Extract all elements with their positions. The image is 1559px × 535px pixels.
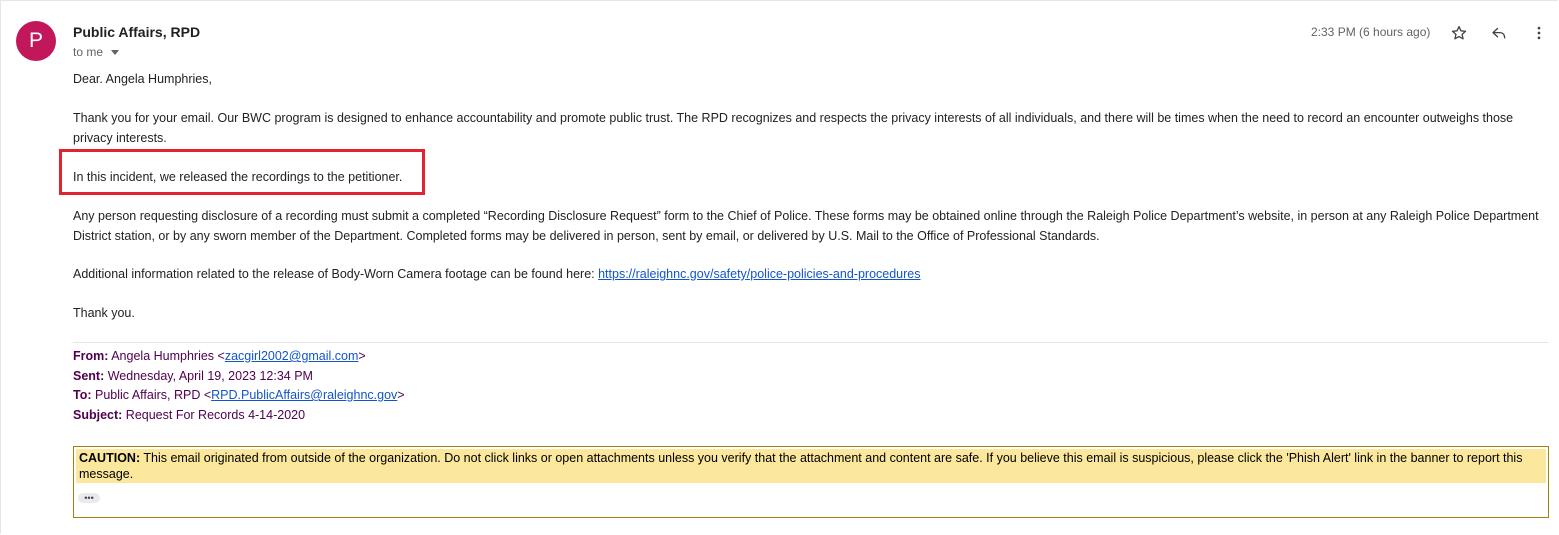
body-paragraph-1: Thank you for your email. Our BWC progra… [73,111,1514,145]
closing: Thank you. [73,306,135,320]
reply-icon [1492,27,1506,39]
highlight-box [59,149,425,195]
caution-text: CAUTION: This email originated from outs… [76,449,1546,483]
caution-label: CAUTION: [79,451,141,465]
show-trimmed-content-button[interactable]: ••• [78,493,100,503]
star-icon [1451,25,1467,40]
policy-link[interactable]: https://raleighnc.gov/safety/police-poli… [598,267,920,281]
from-end: > [358,349,366,363]
caution-banner: CAUTION: This email originated from outs… [73,446,1549,518]
sender-name[interactable]: Public Affairs, RPD [73,24,200,40]
reply-button[interactable] [1488,22,1510,44]
to-me-label: to me [73,45,104,59]
divider [73,342,1548,343]
from-email-link[interactable]: zacgirl2002@gmail.com [225,349,359,363]
quoted-to: To: Public Affairs, RPD <RPD.PublicAffai… [73,386,405,405]
from-label: From: [73,349,109,363]
subject-value: Request For Records 4-14-2020 [125,408,306,422]
more-vert-icon [1537,26,1541,40]
avatar[interactable]: P [16,21,56,61]
subject-label: Subject: [73,408,123,422]
sent-label: Sent: [73,369,105,383]
from-name: Angela Humphries < [111,349,225,363]
quoted-from: From: Angela Humphries <zacgirl2002@gmai… [73,347,366,366]
body-paragraph-4: Additional information related to the re… [73,264,1541,284]
para4-text: Additional information related to the re… [73,267,599,281]
caution-message: This email originated from outside of th… [79,451,1523,481]
quoted-sent: Sent: Wednesday, April 19, 2023 12:34 PM [73,367,313,386]
timestamp: 2:33 PM (6 hours ago) [1311,25,1431,39]
to-end: > [397,388,405,402]
greeting: Dear. Angela Humphries, [73,72,212,86]
to-email-link[interactable]: RPD.PublicAffairs@raleighnc.gov [211,388,397,402]
star-button[interactable] [1448,22,1470,44]
chevron-down-icon [111,49,120,55]
more-options-button[interactable] [1528,22,1550,44]
to-name: Public Affairs, RPD < [95,388,212,402]
quoted-subject: Subject: Request For Records 4-14-2020 [73,406,305,425]
to-label: To: [73,388,92,402]
recipients-toggle[interactable]: to me [73,45,120,59]
body-paragraph-3: Any person requesting disclosure of a re… [73,209,1539,243]
sent-value: Wednesday, April 19, 2023 12:34 PM [107,369,313,383]
